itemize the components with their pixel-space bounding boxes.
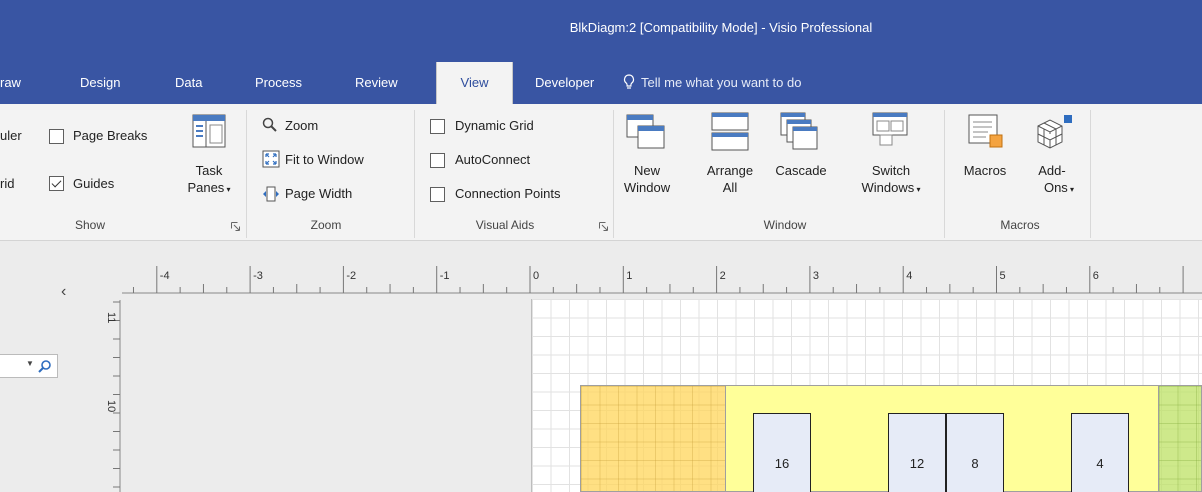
connection-points-checkbox[interactable] bbox=[430, 187, 445, 202]
new-window-label-1: New bbox=[633, 163, 660, 178]
dynamic-grid-label[interactable]: Dynamic Grid bbox=[455, 118, 534, 133]
autoconnect-checkbox[interactable] bbox=[430, 153, 445, 168]
switch-windows-label-1: Switch bbox=[871, 163, 911, 178]
group-separator bbox=[246, 110, 247, 238]
ruler-tick-label: 10 bbox=[105, 400, 117, 412]
cascade-label: Cascade bbox=[775, 163, 827, 178]
page-width-button[interactable]: Page Width bbox=[285, 186, 352, 201]
orange-block[interactable] bbox=[580, 385, 726, 492]
cascade-icon[interactable] bbox=[780, 112, 820, 152]
diagram-box[interactable]: 16 bbox=[753, 413, 811, 492]
ribbon-tabs: raw Design Data Process Review View Deve… bbox=[0, 62, 1202, 104]
ruler-tick-label: 3 bbox=[813, 270, 819, 282]
group-separator bbox=[613, 110, 614, 238]
ruler-tick-label: -1 bbox=[440, 270, 450, 282]
add-ons-label-2: Ons bbox=[1043, 180, 1068, 195]
new-window-button[interactable]: New Window bbox=[622, 162, 672, 196]
group-label-visual-aids: Visual Aids bbox=[475, 218, 535, 232]
macros-icon[interactable] bbox=[968, 114, 1006, 152]
ruler-tick-label: -3 bbox=[253, 270, 263, 282]
diagram-box[interactable]: 12 bbox=[888, 413, 946, 492]
ruler-tick-label: 0 bbox=[533, 270, 539, 282]
switch-windows-button[interactable]: Switch Windows ▾ bbox=[850, 162, 932, 198]
lightbulb-icon bbox=[623, 74, 635, 89]
guides-label[interactable]: Guides bbox=[73, 176, 114, 191]
tab-draw[interactable]: raw bbox=[0, 62, 44, 104]
vertical-ruler: 11 10 bbox=[94, 300, 122, 492]
page-width-icon bbox=[263, 186, 279, 202]
shapes-search-box[interactable]: ▼ bbox=[0, 354, 58, 378]
tab-process[interactable]: Process bbox=[255, 62, 302, 104]
macros-label: Macros bbox=[963, 163, 1007, 178]
green-block[interactable] bbox=[1158, 385, 1202, 492]
task-panes-button[interactable]: Task Panes ▾ bbox=[182, 162, 236, 198]
guides-checkbox[interactable] bbox=[49, 176, 64, 191]
macros-button[interactable]: Macros bbox=[955, 162, 1015, 179]
tab-data[interactable]: Data bbox=[175, 62, 202, 104]
diagram-box[interactable]: 4 bbox=[1071, 413, 1129, 492]
autoconnect-label[interactable]: AutoConnect bbox=[455, 152, 530, 167]
title-bar: BlkDiagm:2 [Compatibility Mode] - Visio … bbox=[0, 0, 1202, 62]
ribbon: uler rid Page Breaks Guides Task Panes ▾… bbox=[0, 104, 1202, 241]
ruler-tick-label: -2 bbox=[346, 270, 356, 282]
dynamic-grid-checkbox[interactable] bbox=[430, 119, 445, 134]
ruler-tick-label: 1 bbox=[626, 270, 632, 282]
group-separator bbox=[414, 110, 415, 238]
dropdown-arrow-icon: ▼ bbox=[26, 359, 34, 368]
window-title: BlkDiagm:2 [Compatibility Mode] - Visio … bbox=[569, 20, 873, 35]
tell-me-box[interactable]: Tell me what you want to do bbox=[623, 62, 801, 104]
page-breaks-label[interactable]: Page Breaks bbox=[73, 128, 147, 143]
dropdown-arrow-icon: ▾ bbox=[914, 185, 921, 194]
dropdown-arrow-icon: ▾ bbox=[1067, 185, 1075, 194]
zoom-button[interactable]: Zoom bbox=[285, 118, 318, 133]
new-window-label-2: Window bbox=[623, 180, 671, 195]
ruler-tick-label: 6 bbox=[1093, 270, 1099, 282]
search-icon bbox=[38, 360, 51, 373]
fit-window-icon bbox=[262, 150, 280, 168]
task-panes-label-1: Task bbox=[195, 163, 223, 178]
switch-windows-icon[interactable] bbox=[872, 112, 908, 148]
dropdown-arrow-icon: ▾ bbox=[224, 185, 231, 194]
group-label-zoom: Zoom bbox=[310, 218, 342, 232]
dialog-launcher-icon[interactable] bbox=[599, 222, 608, 231]
group-separator bbox=[944, 110, 945, 238]
tab-developer[interactable]: Developer bbox=[535, 62, 594, 104]
grid-label[interactable]: rid bbox=[0, 176, 14, 191]
collapse-chevron-icon[interactable]: ‹ bbox=[61, 283, 66, 301]
add-ons-icon[interactable] bbox=[1030, 114, 1074, 152]
switch-windows-label-2: Windows bbox=[861, 180, 915, 195]
group-label-show: Show bbox=[74, 218, 106, 232]
add-ons-button[interactable]: Add- Ons ▾ bbox=[1022, 162, 1082, 198]
task-panes-icon[interactable] bbox=[192, 114, 226, 148]
ruler-tick-label: 5 bbox=[1000, 270, 1006, 282]
zoom-icon bbox=[262, 117, 277, 132]
horizontal-ruler: -4 -3 -2 -1 0 1 2 3 4 5 6 bbox=[122, 262, 1202, 300]
arrange-all-label-2: All bbox=[722, 180, 738, 195]
diagram-box[interactable]: 8 bbox=[946, 413, 1004, 492]
cascade-button[interactable]: Cascade bbox=[766, 162, 836, 179]
add-ons-label-1: Add- bbox=[1038, 163, 1066, 178]
tell-me-text: Tell me what you want to do bbox=[641, 75, 802, 90]
task-panes-label-2: Panes bbox=[187, 180, 225, 195]
arrange-all-button[interactable]: Arrange All bbox=[700, 162, 760, 196]
tab-review[interactable]: Review bbox=[355, 62, 398, 104]
tab-view[interactable]: View bbox=[436, 62, 513, 104]
ruler-tick-label: 11 bbox=[105, 312, 117, 323]
group-label-window: Window bbox=[763, 218, 807, 232]
ruler-tick-label: 2 bbox=[720, 270, 726, 282]
page-breaks-checkbox[interactable] bbox=[49, 129, 64, 144]
new-window-icon[interactable] bbox=[626, 112, 666, 152]
group-separator bbox=[1090, 110, 1091, 238]
fit-to-window-button[interactable]: Fit to Window bbox=[285, 152, 364, 167]
ruler-tick-label: -4 bbox=[160, 270, 170, 282]
arrange-all-label-1: Arrange bbox=[706, 163, 754, 178]
arrange-all-icon[interactable] bbox=[711, 112, 749, 152]
ruler-label[interactable]: uler bbox=[0, 128, 22, 143]
ruler-tick-label: 4 bbox=[906, 270, 912, 282]
connection-points-label[interactable]: Connection Points bbox=[455, 186, 561, 201]
dialog-launcher-icon[interactable] bbox=[231, 222, 240, 231]
group-label-macros: Macros bbox=[1000, 218, 1040, 232]
tab-design[interactable]: Design bbox=[80, 62, 120, 104]
